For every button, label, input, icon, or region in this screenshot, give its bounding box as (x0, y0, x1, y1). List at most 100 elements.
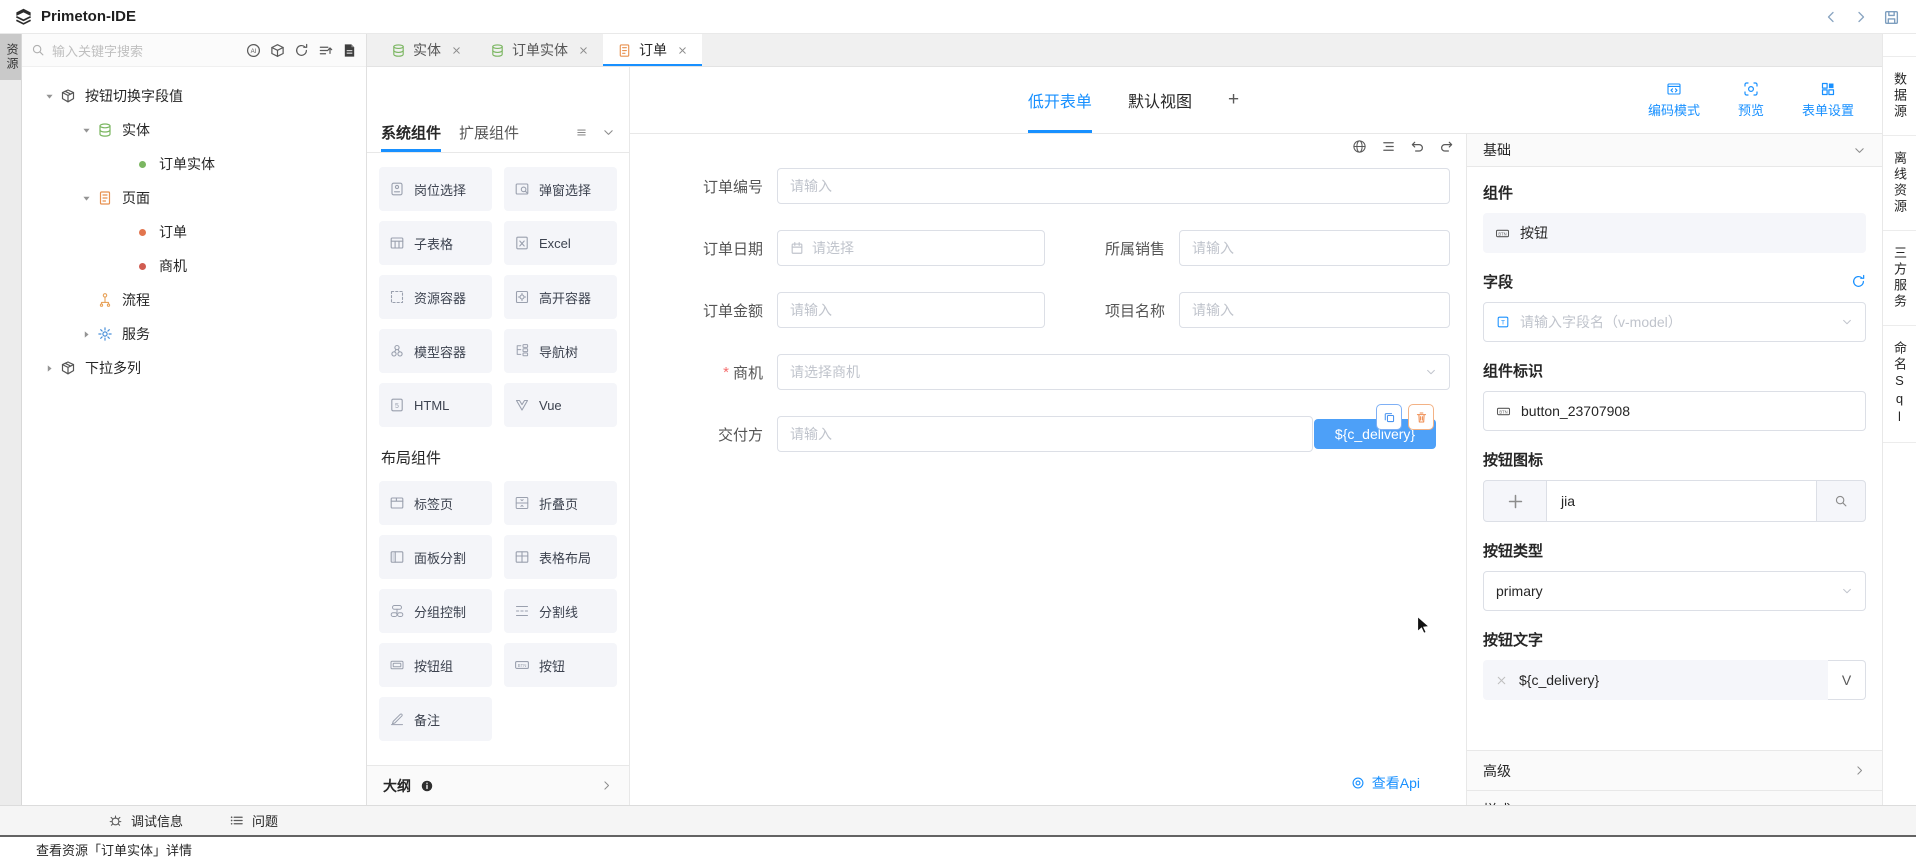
view-api-link[interactable]: 查看Api (1351, 773, 1420, 793)
collapse-arrow-icon[interactable] (40, 91, 58, 102)
action-preview[interactable]: 预览 (1738, 81, 1764, 119)
delete-component-button[interactable] (1408, 404, 1434, 430)
palette-item[interactable]: Vue (504, 383, 617, 427)
text-input[interactable]: 请输入 (777, 168, 1450, 204)
side-tab[interactable]: 三方服务 (1883, 231, 1916, 326)
close-icon[interactable] (677, 45, 688, 56)
tree-item[interactable]: 流程 (22, 283, 366, 317)
tree-item[interactable]: 商机 (22, 249, 366, 283)
palette-item[interactable]: 备注 (379, 697, 492, 741)
palette-item[interactable]: 模型容器 (379, 329, 492, 373)
collapse-arrow-icon[interactable] (77, 125, 95, 136)
palette-item[interactable]: BTN按钮 (504, 643, 617, 687)
action-formset[interactable]: 表单设置 (1802, 81, 1854, 119)
outline-icon[interactable] (1381, 139, 1396, 154)
text-input[interactable]: 请输入 (1179, 230, 1450, 266)
collapse-arrow-icon[interactable] (77, 193, 95, 204)
chevron-down-icon[interactable] (602, 126, 615, 139)
globe-icon[interactable] (1352, 139, 1367, 154)
button-text-input[interactable]: ${c_delivery} (1483, 660, 1828, 700)
text-input[interactable]: 请输入 (777, 292, 1045, 328)
save-icon[interactable] (1883, 9, 1900, 26)
palette-item[interactable]: 折叠页 (504, 481, 617, 525)
palette-item[interactable]: 资源容器 (379, 275, 492, 319)
tree-item[interactable]: 订单实体 (22, 147, 366, 181)
palette-item[interactable]: 导航树 (504, 329, 617, 373)
close-icon[interactable] (451, 45, 462, 56)
palette-item[interactable]: 5HTML (379, 383, 492, 427)
palette-menu-icon[interactable] (575, 126, 588, 139)
section-advanced[interactable]: 高级 (1467, 750, 1882, 790)
view-tab[interactable]: 默认视图 (1128, 67, 1192, 133)
refresh-icon[interactable] (1851, 274, 1866, 289)
action-code[interactable]: 编码模式 (1648, 81, 1700, 119)
palette-item[interactable]: Excel (504, 221, 617, 265)
side-tab[interactable]: 离线资源 (1883, 136, 1916, 231)
debug-info-button[interactable]: 调试信息 (108, 811, 183, 830)
icon-search-button[interactable] (1816, 480, 1866, 522)
undo-icon[interactable] (1410, 139, 1425, 154)
palette-item[interactable]: 高开容器 (504, 275, 617, 319)
view-tab[interactable]: 低开表单 (1028, 67, 1092, 133)
problems-button[interactable]: 问题 (229, 811, 278, 830)
palette-item[interactable]: 面板分割 (379, 535, 492, 579)
text-input[interactable]: 请输入 (777, 416, 1313, 452)
activity-tab-resources[interactable]: 资源 (0, 34, 21, 80)
section-style[interactable]: 样式 (1467, 790, 1882, 805)
side-tab[interactable]: 数据源 (1883, 56, 1916, 136)
button-icon-input[interactable]: jia (1547, 480, 1816, 522)
variable-toggle-button[interactable]: V (1828, 660, 1866, 700)
palette-item[interactable]: 弹窗选择 (504, 167, 617, 211)
button-icon-label: 按钮图标 (1483, 449, 1866, 470)
palette-item[interactable]: 分组控制 (379, 589, 492, 633)
nav-back-icon[interactable] (1823, 9, 1839, 25)
darkdoc-icon[interactable] (342, 43, 357, 58)
clear-icon[interactable] (1495, 674, 1508, 687)
button-type-select[interactable]: primary (1483, 571, 1866, 611)
close-icon[interactable] (578, 45, 589, 56)
doc-tab[interactable]: 实体 (377, 34, 476, 66)
palette-item[interactable]: 表格布局 (504, 535, 617, 579)
refresh-icon[interactable] (294, 43, 309, 58)
search-input[interactable]: 输入关键字搜索 (31, 41, 240, 60)
copy-component-button[interactable] (1376, 404, 1402, 430)
palette-item-label: 折叠页 (539, 494, 578, 513)
button-text-label: 按钮文字 (1483, 629, 1866, 650)
palette-item[interactable]: 按钮组 (379, 643, 492, 687)
doc-tab[interactable]: 订单实体 (476, 34, 603, 66)
outline-bar[interactable]: 大纲 (367, 765, 629, 805)
nav-forward-icon[interactable] (1853, 9, 1869, 25)
expand-arrow-icon[interactable] (40, 363, 58, 374)
tab-system-components[interactable]: 系统组件 (381, 113, 441, 152)
component-id-input[interactable]: BTN button_23707908 (1483, 391, 1866, 431)
expand-arrow-icon[interactable] (77, 329, 95, 340)
plus-icon-preview[interactable] (1483, 480, 1547, 522)
palette-item[interactable]: 岗位选择 (379, 167, 492, 211)
palette-item-label: 子表格 (414, 234, 453, 253)
add-view-button[interactable]: + (1228, 67, 1239, 133)
tree-item[interactable]: 下拉多列 (22, 351, 366, 385)
tab-extension-components[interactable]: 扩展组件 (459, 113, 519, 152)
cube-icon[interactable] (270, 43, 285, 58)
tree-item[interactable]: 页面 (22, 181, 366, 215)
p-split-icon (389, 549, 405, 565)
section-basic[interactable]: 基础 (1467, 134, 1882, 167)
sort-icon[interactable] (318, 43, 333, 58)
select-input[interactable]: 请选择商机 (777, 354, 1450, 390)
chevron-right-icon[interactable] (600, 779, 613, 792)
view-api-label: 查看Api (1372, 773, 1420, 793)
palette-item[interactable]: 子表格 (379, 221, 492, 265)
doc-tab[interactable]: 订单 (603, 34, 702, 66)
redo-icon[interactable] (1439, 139, 1454, 154)
date-input[interactable]: 请选择 (777, 230, 1045, 266)
side-tab[interactable]: 命名Sql (1883, 326, 1916, 443)
ai-icon[interactable]: AI (246, 43, 261, 58)
palette-item[interactable]: 分割线 (504, 589, 617, 633)
tree-item[interactable]: 服务 (22, 317, 366, 351)
text-input[interactable]: 请输入 (1179, 292, 1450, 328)
tree-item[interactable]: 按钮切换字段值 (22, 79, 366, 113)
field-select[interactable]: T 请输入字段名（v-model） (1483, 302, 1866, 342)
tree-item[interactable]: 实体 (22, 113, 366, 147)
palette-item[interactable]: 标签页 (379, 481, 492, 525)
tree-item[interactable]: 订单 (22, 215, 366, 249)
